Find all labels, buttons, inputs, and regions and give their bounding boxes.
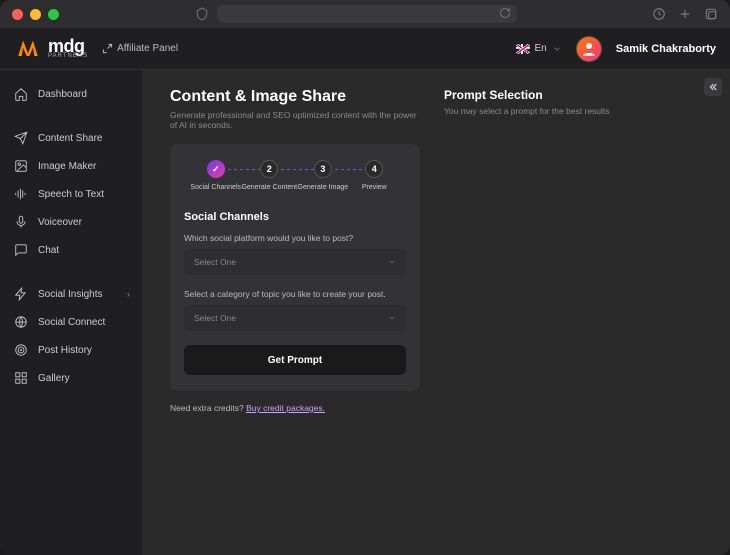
sidebar-item-social-connect[interactable]: Social Connect: [0, 308, 142, 336]
step-label: Social Channels: [190, 184, 241, 191]
sidebar-item-label: Image Maker: [38, 161, 96, 172]
sidebar-item-speech-to-text[interactable]: Speech to Text: [0, 180, 142, 208]
avatar-illustration-icon: [580, 40, 598, 58]
wizard-card: ✓ Social Channels 2 Generate Content 3 Genera…: [170, 144, 420, 391]
credits-cta: Need extra credits? Buy credit packages.: [170, 403, 420, 413]
sidebar-item-image-maker[interactable]: Image Maker: [0, 152, 142, 180]
platform-question: Which social platform would you like to …: [184, 233, 406, 243]
avatar[interactable]: [576, 36, 602, 62]
main-content: Content & Image Share Generate professio…: [142, 70, 730, 555]
home-icon: [14, 87, 28, 101]
logo: mdg PARTNERS: [14, 35, 88, 63]
sound-icon: [14, 187, 28, 201]
sidebar-item-chat[interactable]: Chat: [0, 236, 142, 264]
platform-select-value: Select One: [194, 257, 236, 267]
new-tab-icon[interactable]: [678, 7, 692, 21]
sidebar-collapse-button[interactable]: [704, 78, 722, 96]
affiliate-label: Affiliate Panel: [117, 43, 178, 54]
sidebar-item-label: Speech to Text: [38, 189, 104, 200]
step-circle: 2: [260, 160, 278, 178]
sidebar-item-label: Dashboard: [38, 89, 87, 100]
mic-icon: [14, 215, 28, 229]
get-prompt-button[interactable]: Get Prompt: [184, 345, 406, 375]
app-header: mdg PARTNERS Affiliate Panel En Samik Ch…: [0, 28, 730, 70]
prompt-panel-desc: You may select a prompt for the best res…: [444, 106, 702, 116]
sidebar-item-content-share[interactable]: Content Share: [0, 124, 142, 152]
sidebar-item-label: Post History: [38, 345, 92, 356]
bolt-icon: [14, 287, 28, 301]
sidebar-item-label: Social Connect: [38, 317, 105, 328]
exit-icon: [102, 43, 113, 54]
step-circle: 3: [314, 160, 332, 178]
step-3[interactable]: 3 Generate Image: [297, 160, 348, 191]
titlebar: [0, 0, 730, 28]
lang-label: En: [535, 43, 547, 54]
sidebar-item-dashboard[interactable]: Dashboard: [0, 80, 142, 108]
close-window-button[interactable]: [12, 9, 23, 20]
sidebar-item-gallery[interactable]: Gallery: [0, 364, 142, 392]
chevron-down-icon: [388, 258, 396, 266]
sidebar-item-voiceover[interactable]: Voiceover: [0, 208, 142, 236]
platform-select[interactable]: Select One: [184, 249, 406, 275]
page-subtitle: Generate professional and SEO optimized …: [170, 110, 420, 130]
buy-credits-link[interactable]: Buy credit packages.: [246, 403, 325, 413]
step-2[interactable]: 2 Generate Content: [241, 160, 297, 191]
minimize-window-button[interactable]: [30, 9, 41, 20]
step-circle: ✓: [207, 160, 225, 178]
shield-icon: [195, 7, 209, 21]
chevron-down-icon: [552, 44, 562, 54]
prompt-panel-title: Prompt Selection: [444, 88, 702, 102]
grid-icon: [14, 371, 28, 385]
stepper: ✓ Social Channels 2 Generate Content 3 Genera…: [184, 156, 406, 201]
address-bar[interactable]: [217, 5, 517, 23]
share-icon[interactable]: [652, 7, 666, 21]
page-title: Content & Image Share: [170, 88, 420, 106]
step-label: Preview: [362, 184, 387, 191]
chevron-right-icon: ›: [127, 289, 130, 299]
globe-icon: [14, 315, 28, 329]
language-selector[interactable]: En: [516, 43, 562, 54]
category-question: Select a category of topic you like to c…: [184, 289, 406, 299]
maximize-window-button[interactable]: [48, 9, 59, 20]
reload-icon[interactable]: [499, 7, 511, 19]
step-label: Generate Content: [241, 184, 297, 191]
category-select-value: Select One: [194, 313, 236, 323]
chevron-down-icon: [388, 314, 396, 322]
sidebar: Dashboard Content Share Image Maker Speech …: [0, 70, 142, 555]
sidebar-item-social-insights[interactable]: Social Insights ›: [0, 280, 142, 308]
section-title: Social Channels: [184, 211, 406, 223]
affiliate-panel-link[interactable]: Affiliate Panel: [102, 43, 178, 54]
step-1[interactable]: ✓ Social Channels: [190, 160, 241, 191]
sidebar-item-label: Chat: [38, 245, 59, 256]
logo-mark-icon: [14, 35, 42, 63]
step-label: Generate Image: [298, 184, 349, 191]
user-name: Samik Chakraborty: [616, 43, 716, 55]
category-select[interactable]: Select One: [184, 305, 406, 331]
step-circle: 4: [365, 160, 383, 178]
sidebar-item-post-history[interactable]: Post History: [0, 336, 142, 364]
sidebar-item-label: Voiceover: [38, 217, 82, 228]
chat-icon: [14, 243, 28, 257]
flag-uk-icon: [516, 44, 530, 54]
chevron-left-double-icon: [708, 82, 718, 92]
sidebar-item-label: Social Insights: [38, 289, 102, 300]
step-4[interactable]: 4 Preview: [349, 160, 400, 191]
target-icon: [14, 343, 28, 357]
sidebar-item-label: Gallery: [38, 373, 70, 384]
sidebar-item-label: Content Share: [38, 133, 103, 144]
brand-sub: PARTNERS: [48, 53, 88, 59]
credits-prefix: Need extra credits?: [170, 403, 246, 413]
send-icon: [14, 131, 28, 145]
image-icon: [14, 159, 28, 173]
tabs-icon[interactable]: [704, 7, 718, 21]
